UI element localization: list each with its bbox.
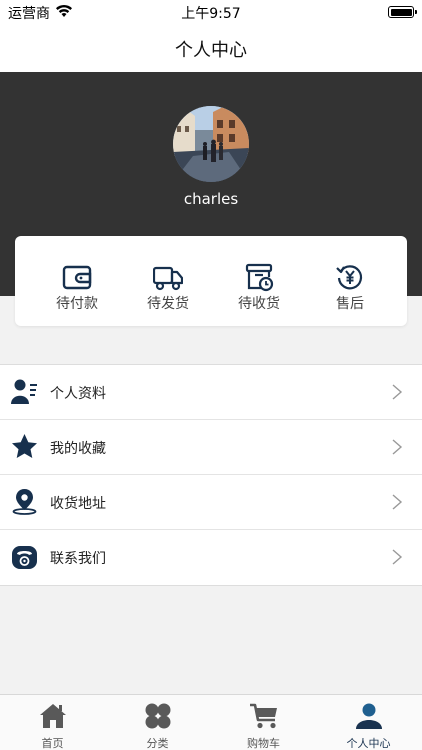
- battery-icon: [388, 6, 417, 18]
- menu-item-favorites[interactable]: 我的收藏: [0, 420, 422, 475]
- avatar[interactable]: [173, 106, 249, 182]
- tab-label: 首页: [41, 737, 64, 750]
- menu-item-address[interactable]: 收货地址: [0, 475, 422, 530]
- order-label: 待收货: [238, 296, 280, 312]
- tab-category[interactable]: 分类: [105, 695, 210, 750]
- chevron-right-icon: [392, 439, 403, 455]
- cart-icon: [250, 703, 277, 729]
- order-status-card: 待付款 待发货 待收货 售后: [15, 236, 407, 326]
- order-pending-receipt[interactable]: 待收货: [213, 236, 305, 326]
- category-icon: [145, 703, 171, 729]
- avatar-photo: [173, 106, 249, 182]
- tab-label: 分类: [146, 737, 169, 750]
- menu-item-profile[interactable]: 个人资料: [0, 365, 422, 420]
- telephone-icon: [12, 546, 37, 569]
- order-label: 待付款: [56, 296, 98, 312]
- wallet-icon: [62, 265, 92, 290]
- tab-profile[interactable]: 个人中心: [316, 695, 421, 750]
- person-icon: [356, 703, 382, 729]
- page-title: 个人中心: [175, 40, 247, 61]
- user-profile-icon: [11, 379, 37, 404]
- tab-label: 个人中心: [346, 737, 391, 750]
- chevron-right-icon: [392, 549, 403, 565]
- order-pending-shipment[interactable]: 待发货: [122, 236, 214, 326]
- bottom-tab-bar: 首页 分类 购物车 个人中心: [0, 694, 422, 750]
- settings-menu: 个人资料 我的收藏 收货地址 联系我们: [0, 364, 422, 586]
- navigation-bar: 个人中心: [0, 24, 422, 72]
- menu-label: 个人资料: [50, 386, 106, 402]
- username: charles: [183, 190, 239, 208]
- tab-home[interactable]: 首页: [0, 695, 105, 750]
- truck-icon: [153, 266, 183, 291]
- menu-label: 联系我们: [50, 551, 106, 567]
- order-after-sales[interactable]: 售后: [304, 236, 396, 326]
- menu-item-contact[interactable]: 联系我们: [0, 530, 422, 585]
- chevron-right-icon: [392, 384, 403, 400]
- home-icon: [40, 704, 66, 728]
- order-label: 售后: [336, 296, 364, 312]
- order-pending-payment[interactable]: 待付款: [31, 236, 123, 326]
- order-label: 待发货: [147, 296, 189, 312]
- refund-yen-icon: [336, 265, 363, 290]
- delivery-box-icon: [245, 263, 274, 292]
- star-icon: [12, 434, 37, 458]
- tab-label: 购物车: [247, 737, 280, 750]
- tab-cart[interactable]: 购物车: [211, 695, 316, 750]
- menu-label: 我的收藏: [50, 441, 106, 457]
- menu-label: 收货地址: [50, 496, 106, 512]
- status-time: 上午9:57: [181, 6, 241, 22]
- location-pin-icon: [12, 489, 37, 515]
- status-bar: 运营商 上午9:57: [0, 0, 422, 24]
- chevron-right-icon: [392, 494, 403, 510]
